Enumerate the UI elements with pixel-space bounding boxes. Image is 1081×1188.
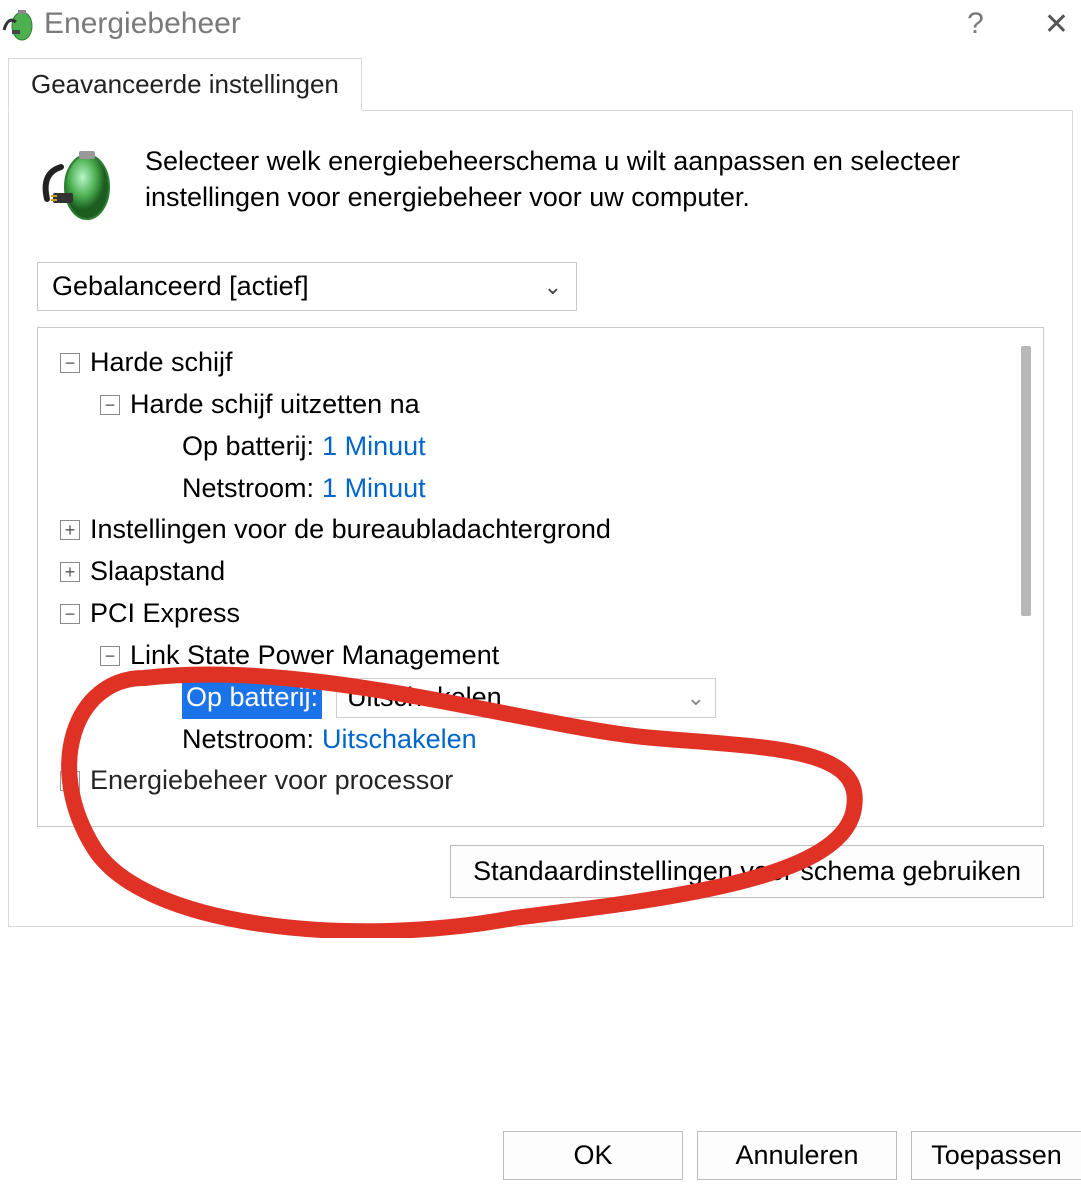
tree-label: Harde schijf uitzetten na [130, 384, 420, 426]
tree-node-sleep[interactable]: + Slaapstand [60, 551, 1013, 593]
value-link[interactable]: 1 Minuut [322, 468, 426, 510]
dialog-buttons: OK Annuleren Toepassen [503, 1131, 1081, 1180]
tree-label: Harde schijf [90, 342, 233, 384]
tree-node-desktop-bg[interactable]: + Instellingen voor de bureaubladachterg… [60, 509, 1013, 551]
value: Uitschakelen [347, 677, 502, 719]
collapse-icon[interactable]: − [100, 646, 120, 666]
cancel-button[interactable]: Annuleren [697, 1131, 897, 1180]
collapse-icon[interactable]: − [60, 604, 80, 624]
expand-icon[interactable]: + [60, 562, 80, 582]
tree-node-hdd[interactable]: − Harde schijf [60, 342, 1013, 384]
tree-value-pci-plugged[interactable]: Netstroom: Uitschakelen [60, 719, 1013, 761]
label: Op batterij: [182, 426, 314, 468]
titlebar: Energiebeheer ? ✕ [0, 0, 1081, 58]
expand-icon[interactable]: + [60, 771, 80, 791]
scrollbar[interactable] [1021, 346, 1031, 616]
label-selected: Op batterij: [182, 677, 322, 719]
power-scheme-select[interactable]: Gebalanceerd [actief] ⌄ [37, 262, 577, 311]
settings-tree: − Harde schijf − Harde schijf uitzetten … [37, 327, 1044, 827]
tab-advanced-settings[interactable]: Geavanceerde instellingen [8, 58, 362, 111]
restore-defaults-button[interactable]: Standaardinstellingen voor schema gebrui… [450, 845, 1044, 898]
collapse-icon[interactable]: − [100, 395, 120, 415]
tree-node-pci[interactable]: − PCI Express [60, 593, 1013, 635]
close-icon[interactable]: ✕ [1044, 7, 1069, 42]
power-scheme-value: Gebalanceerd [actief] [52, 271, 309, 302]
label: Netstroom: [182, 468, 314, 510]
value-link[interactable]: 1 Minuut [322, 426, 426, 468]
tree-label: Energiebeheer voor processor [90, 760, 453, 802]
value-link[interactable]: Uitschakelen [322, 719, 477, 761]
tree-value-hdd-battery[interactable]: Op batterij: 1 Minuut [60, 426, 1013, 468]
tree-node-cpu[interactable]: + Energiebeheer voor processor [60, 760, 1013, 802]
tree-label: PCI Express [90, 593, 240, 635]
tree-node-link-state[interactable]: − Link State Power Management [60, 635, 1013, 677]
tab-body: Selecteer welk energiebeheerschema u wil… [8, 110, 1073, 927]
tree-label: Instellingen voor de bureaubladachtergro… [90, 509, 611, 551]
expand-icon[interactable]: + [60, 520, 80, 540]
tree-value-pci-battery[interactable]: Op batterij: Uitschakelen ⌄ [60, 677, 1013, 719]
label: Netstroom: [182, 719, 314, 761]
window-title: Energiebeheer [44, 7, 967, 41]
ok-button[interactable]: OK [503, 1131, 683, 1180]
battery-icon [37, 143, 121, 232]
chevron-down-icon: ⌄ [687, 681, 705, 715]
apply-button[interactable]: Toepassen [911, 1131, 1081, 1180]
intro-section: Selecteer welk energiebeheerschema u wil… [37, 143, 1044, 232]
intro-text: Selecteer welk energiebeheerschema u wil… [145, 143, 1044, 232]
app-icon [2, 6, 38, 42]
tree-value-hdd-plugged[interactable]: Netstroom: 1 Minuut [60, 468, 1013, 510]
help-icon[interactable]: ? [967, 7, 984, 41]
value-combo[interactable]: Uitschakelen ⌄ [336, 678, 716, 718]
tree-node-hdd-turnoff[interactable]: − Harde schijf uitzetten na [60, 384, 1013, 426]
tree-label: Slaapstand [90, 551, 225, 593]
chevron-down-icon: ⌄ [544, 274, 562, 300]
tree-label: Link State Power Management [130, 635, 499, 677]
collapse-icon[interactable]: − [60, 353, 80, 373]
